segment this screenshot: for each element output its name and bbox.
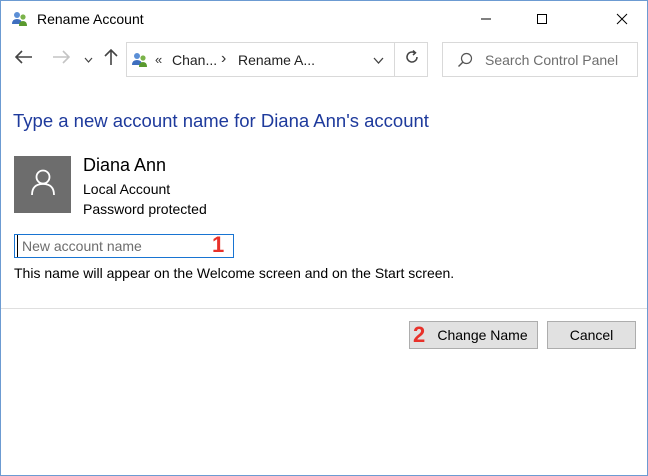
search-icon <box>457 52 473 68</box>
address-bar[interactable]: « Chan... › Rename A... <box>126 42 428 77</box>
new-account-name-input[interactable] <box>17 235 212 257</box>
breadcrumb-item[interactable]: Chan... <box>172 52 217 68</box>
avatar <box>14 156 71 213</box>
navigation-bar: « Chan... › Rename A... <box>1 37 647 83</box>
rename-account-window: Rename Account « Chan... › Rename A... S… <box>0 0 648 476</box>
breadcrumb-item[interactable]: Rename A... <box>238 52 315 68</box>
recent-locations-button[interactable] <box>81 45 95 73</box>
title-bar: Rename Account <box>1 1 647 37</box>
user-avatar-icon <box>30 168 56 201</box>
address-dropdown-button[interactable] <box>367 43 389 76</box>
cancel-button[interactable]: Cancel <box>547 321 636 349</box>
annotation-marker-1: 1 <box>212 232 225 257</box>
up-button[interactable] <box>100 45 122 73</box>
change-name-button[interactable]: Change Name <box>409 321 538 349</box>
page-title: Type a new account name for Diana Ann's … <box>13 110 429 131</box>
hint-text: This name will appear on the Welcome scr… <box>14 265 455 281</box>
annotation-marker-2: 2 <box>413 322 426 347</box>
new-account-name-field[interactable] <box>14 234 234 258</box>
close-button[interactable] <box>599 1 645 37</box>
refresh-icon <box>404 49 420 70</box>
forward-button[interactable] <box>49 45 73 73</box>
back-button[interactable] <box>11 45 37 73</box>
password-status: Password protected <box>83 201 207 217</box>
search-input[interactable] <box>485 43 635 76</box>
chevron-down-icon <box>373 51 384 69</box>
divider <box>1 308 647 309</box>
user-accounts-icon <box>11 10 29 28</box>
chevron-down-icon <box>84 50 93 68</box>
window-title: Rename Account <box>37 11 144 27</box>
refresh-button[interactable] <box>394 43 429 76</box>
user-accounts-icon <box>131 51 149 69</box>
search-box[interactable] <box>442 42 638 77</box>
back-arrow-icon <box>14 49 33 69</box>
minimize-button[interactable] <box>463 1 509 37</box>
breadcrumb-separator[interactable]: › <box>221 50 226 68</box>
up-arrow-icon <box>104 48 118 71</box>
forward-arrow-icon <box>52 49 71 69</box>
account-type: Local Account <box>83 181 171 197</box>
user-name: Diana Ann <box>83 155 167 175</box>
maximize-button[interactable] <box>519 1 565 37</box>
overflow-chevron[interactable]: « <box>155 52 162 67</box>
